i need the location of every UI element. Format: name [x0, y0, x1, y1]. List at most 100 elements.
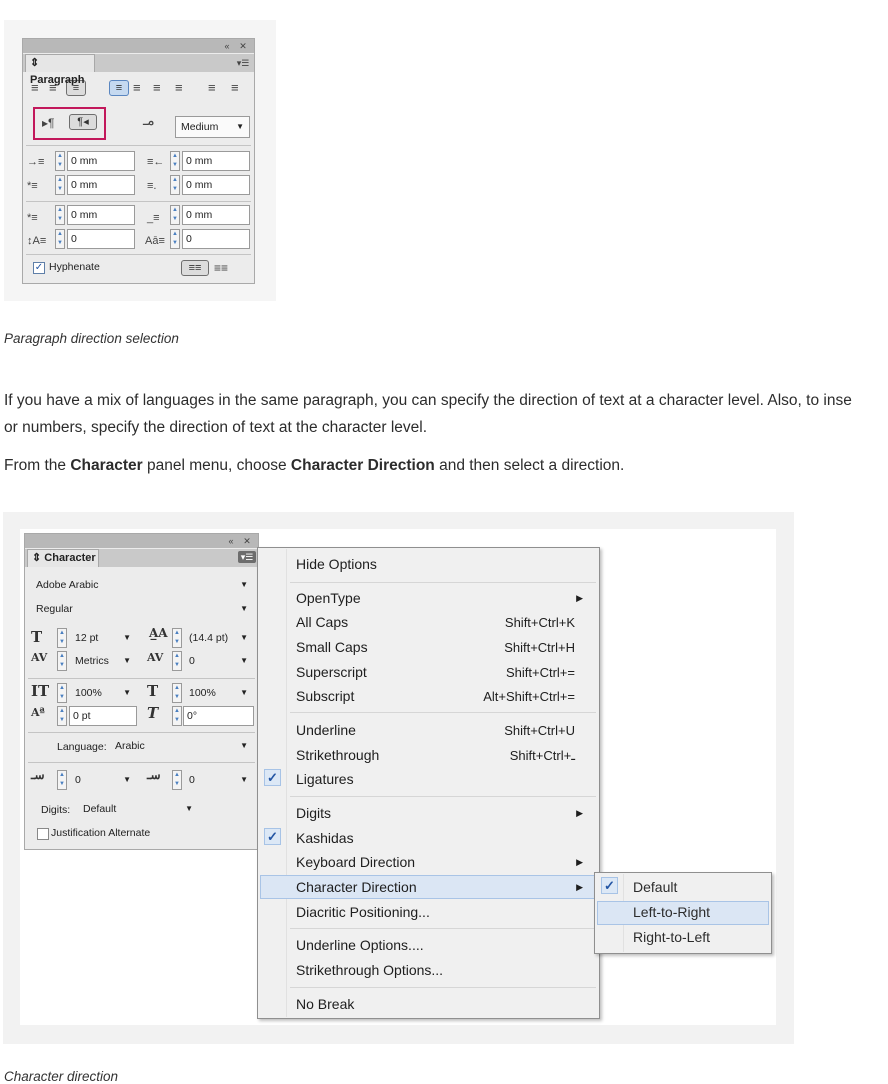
font-style-dropdown[interactable]: Regular ▼ — [30, 598, 254, 620]
diacritic-position-dropdown[interactable]: 0 ▼ — [183, 769, 254, 791]
last-line-indent-icon: ≡. — [147, 180, 157, 192]
drop-cap-chars-field[interactable]: 0 — [182, 229, 250, 249]
menu-item-ligatures[interactable]: Ligatures — [296, 771, 354, 787]
kerning-dropdown[interactable]: Metrics ▼ — [69, 650, 137, 672]
checkmark-icon: ✓ — [264, 828, 281, 845]
tracking-dropdown[interactable]: 0 ▼ — [183, 650, 254, 672]
right-indent-stepper[interactable]: ▲ ▼ — [170, 151, 180, 171]
balance-columns-icon[interactable]: ≡≡ — [181, 260, 209, 276]
last-line-indent-field[interactable]: 0 mm — [182, 175, 250, 195]
submenu-item-left-to-right[interactable]: Left-to-Right — [633, 904, 710, 920]
ltr-direction-icon[interactable]: ▸¶ — [42, 116, 54, 130]
font-family-value: Adobe Arabic — [36, 579, 99, 591]
panel-menu-icon[interactable]: ▾☰ — [238, 551, 256, 563]
submenu-item-default[interactable]: Default — [633, 879, 677, 895]
close-icon[interactable]: ✕ — [234, 40, 252, 52]
font-size-value: 12 pt — [75, 632, 99, 644]
menu-item-no-break[interactable]: No Break — [296, 996, 354, 1012]
chevron-down-icon: ▼ — [240, 656, 248, 665]
justify-right-icon[interactable]: ≡ — [153, 81, 161, 95]
kerning-stepper[interactable]: ▲ ▼ — [57, 651, 67, 671]
horizontal-scale-stepper[interactable]: ▲ ▼ — [172, 683, 182, 703]
menu-item-diacritic-positioning[interactable]: Diacritic Positioning... — [296, 904, 430, 920]
baseline-shift-stepper[interactable]: ▲ ▼ — [57, 706, 67, 726]
justify-center-icon[interactable]: ≡ — [133, 81, 141, 95]
leading-stepper[interactable]: ▲ ▼ — [172, 628, 182, 648]
justify-left-icon[interactable]: ≡ — [109, 80, 129, 96]
last-line-indent-stepper[interactable]: ▲ ▼ — [170, 175, 180, 195]
menu-item-small-caps[interactable]: Small Caps — [296, 639, 368, 655]
menu-item-strikethrough[interactable]: Strikethrough — [296, 747, 379, 763]
space-after-field[interactable]: 0 mm — [182, 205, 250, 225]
justification-alternate-checkbox[interactable] — [37, 828, 49, 840]
tracking-icon: AV — [147, 651, 164, 664]
diacritic-position-stepper[interactable]: ▲ ▼ — [172, 770, 182, 790]
kashida-width-dropdown[interactable]: 0 ▼ — [69, 769, 137, 791]
font-family-dropdown[interactable]: Adobe Arabic ▼ — [30, 574, 254, 596]
first-line-indent-icon: *≡ — [27, 180, 38, 192]
skew-field[interactable]: 0° — [183, 706, 254, 726]
menu-item-strikethrough-options[interactable]: Strikethrough Options... — [296, 962, 443, 978]
menu-item-kashidas[interactable]: Kashidas — [296, 830, 354, 846]
panel-menu-icon[interactable]: ▾☰ — [234, 57, 252, 69]
paragraph-panel: « ✕ ⇕ Paragraph ▾☰ ≡ ≡ ≡ ≡ ≡ ≡ ≡ ≡ ≡ ▸¶ … — [22, 38, 255, 284]
language-dropdown[interactable]: Arabic ▼ — [109, 735, 254, 757]
close-icon[interactable]: ✕ — [238, 535, 256, 547]
menu-item-opentype[interactable]: OpenType — [296, 590, 361, 606]
first-line-indent-field[interactable]: 0 mm — [67, 175, 135, 195]
align-toward-spine-icon[interactable]: ≡ — [208, 81, 216, 95]
tab-paragraph[interactable]: ⇕ Paragraph — [25, 54, 95, 86]
justify-all-icon[interactable]: ≡ — [175, 81, 183, 95]
digits-value: Default — [83, 803, 117, 815]
align-away-spine-icon[interactable]: ≡ — [231, 81, 239, 95]
submenu-item-right-to-left[interactable]: Right-to-Left — [633, 929, 710, 945]
font-size-dropdown[interactable]: 12 pt ▼ — [69, 627, 137, 649]
menu-item-all-caps[interactable]: All Caps — [296, 614, 348, 630]
span-columns-icon[interactable]: ≡≡ — [214, 261, 228, 275]
baseline-shift-field[interactable]: 0 pt — [69, 706, 137, 726]
space-before-field[interactable]: 0 mm — [67, 205, 135, 225]
horizontal-scale-dropdown[interactable]: 100% ▼ — [183, 682, 254, 704]
character-tab-label: Character — [44, 552, 96, 564]
submenu-arrow-icon: ▶ — [576, 882, 583, 892]
menu-item-subscript[interactable]: Subscript — [296, 688, 354, 704]
vertical-scale-stepper[interactable]: ▲ ▼ — [57, 683, 67, 703]
drop-cap-chars-stepper[interactable]: ▲ ▼ — [170, 229, 180, 249]
space-before-stepper[interactable]: ▲ ▼ — [55, 205, 65, 225]
drop-cap-lines-stepper[interactable]: ▲ ▼ — [55, 229, 65, 249]
body-text-line1: If you have a mix of languages in the sa… — [4, 392, 852, 409]
right-indent-field[interactable]: 0 mm — [182, 151, 250, 171]
digits-dropdown[interactable]: Default ▼ — [77, 798, 199, 820]
rtl-direction-icon[interactable]: ¶◂ — [69, 114, 97, 130]
space-after-stepper[interactable]: ▲ ▼ — [170, 205, 180, 225]
justification-dropdown[interactable]: Medium ▼ — [175, 116, 250, 138]
vertical-scale-dropdown[interactable]: 100% ▼ — [69, 682, 137, 704]
left-indent-field[interactable]: 0 mm — [67, 151, 135, 171]
kashida-width-stepper[interactable]: ▲ ▼ — [57, 770, 67, 790]
left-indent-stepper[interactable]: ▲ ▼ — [55, 151, 65, 171]
justification-alternate-label: Justification Alternate — [51, 827, 151, 839]
leading-icon: A̲A — [149, 626, 168, 640]
menu-item-underline-options[interactable]: Underline Options.... — [296, 937, 424, 953]
font-size-stepper[interactable]: ▲ ▼ — [57, 628, 67, 648]
drop-cap-lines-field[interactable]: 0 — [67, 229, 135, 249]
menu-item-digits[interactable]: Digits — [296, 805, 331, 821]
drop-cap-lines-icon: ↕A≡ — [27, 235, 47, 247]
hyphenate-checkbox[interactable]: ✓ — [33, 262, 45, 274]
leading-dropdown[interactable]: (14.4 pt) ▼ — [183, 627, 254, 649]
space-after-icon: _≡ — [147, 212, 160, 224]
menu-item-hide-options[interactable]: Hide Options — [296, 556, 377, 572]
tracking-stepper[interactable]: ▲ ▼ — [172, 651, 182, 671]
left-indent-icon: →≡ — [27, 156, 45, 168]
chevron-down-icon: ▼ — [123, 775, 131, 784]
menu-item-character-direction[interactable]: Character Direction — [296, 879, 417, 895]
first-line-indent-stepper[interactable]: ▲ ▼ — [55, 175, 65, 195]
chevron-down-icon: ▼ — [240, 604, 248, 613]
panel-titlebar: « ✕ — [25, 534, 258, 548]
tab-character[interactable]: ⇕ Character — [27, 549, 99, 567]
menu-item-underline[interactable]: Underline — [296, 722, 356, 738]
menu-item-keyboard-direction[interactable]: Keyboard Direction — [296, 854, 415, 870]
space-before-icon: *≡ — [27, 212, 38, 224]
menu-item-superscript[interactable]: Superscript — [296, 664, 367, 680]
skew-stepper[interactable]: ▲ ▼ — [172, 706, 182, 726]
